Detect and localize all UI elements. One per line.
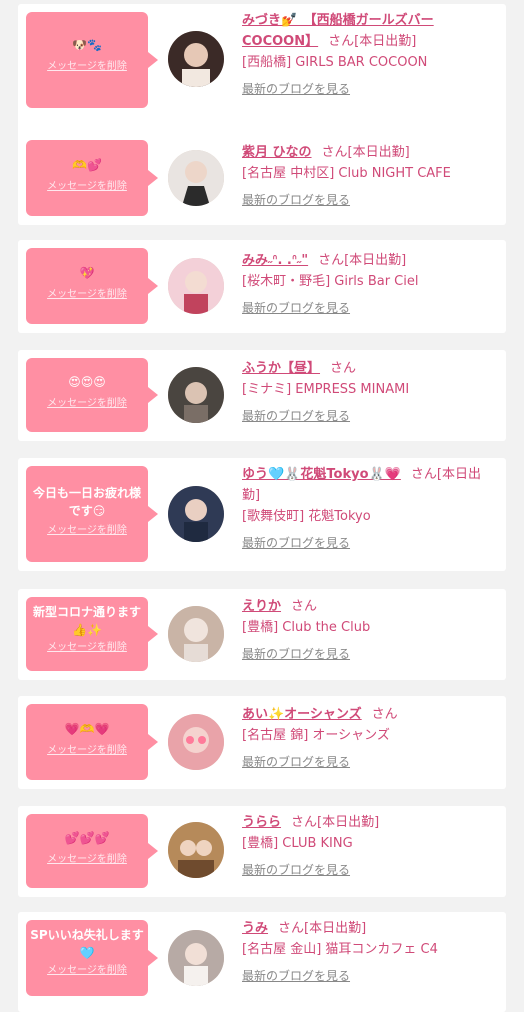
avatar[interactable] [168, 714, 224, 770]
cast-info: みづき💅 【西船橋ガールズバーCOCOON】 さん[本日出勤] [西船橋] GIR… [242, 10, 498, 100]
cast-info: うみ さん[本日出勤] [名古屋 金山] 猫耳コンカフェ C4 最新のブログを見る [242, 918, 498, 987]
avatar[interactable] [168, 486, 224, 542]
avatar-photo [168, 150, 224, 206]
message-bubble: 🫶💕 メッセージを削除 [26, 140, 158, 216]
cast-info: うらら さん[本日出勤] [豊橋] CLUB KING 最新のブログを見る [242, 812, 498, 881]
avatar-photo [168, 486, 224, 542]
delete-message-link[interactable]: メッセージを削除 [30, 853, 144, 867]
cast-name-link[interactable]: うみ [242, 921, 268, 936]
message-card: 🫶💕 メッセージを削除 紫月 ひなの さん[本日出勤] [名古屋 中村区] Clu… [18, 132, 506, 225]
message-text: 💕💕💕 [64, 831, 110, 845]
delete-message-link[interactable]: メッセージを削除 [30, 288, 144, 302]
cast-status: さん[本日出勤] [291, 815, 380, 830]
view-blog-link[interactable]: 最新のブログを見る [242, 79, 498, 100]
message-bubble: 🐶🐾 メッセージを削除 [26, 12, 158, 108]
delete-message-link[interactable]: メッセージを削除 [30, 60, 144, 74]
avatar[interactable] [168, 31, 224, 87]
message-card: 新型コロナ通ります👍✨ メッセージを削除 えりか さん [豊橋] Club the… [18, 589, 506, 680]
cast-name-link[interactable]: あい✨オーシャンズ [242, 707, 362, 722]
view-blog-link[interactable]: 最新のブログを見る [242, 533, 498, 554]
shop-name: [豊橋] Club the Club [242, 620, 371, 635]
avatar-photo [168, 258, 224, 314]
message-text: 💗🫶💗 [64, 722, 110, 736]
cast-status: さん[本日出勤] [328, 34, 417, 49]
message-text: SPいいね失礼します🩵 [30, 928, 144, 960]
view-blog-link[interactable]: 最新のブログを見る [242, 752, 498, 773]
message-card: 💗🫶💗 メッセージを削除 あい✨オーシャンズ さん [名古屋 錦] オーシャンズ … [18, 696, 506, 789]
cast-status: さん[本日出勤] [278, 921, 367, 936]
delete-message-link[interactable]: メッセージを削除 [30, 180, 144, 194]
cast-status: さん[本日出勤] [318, 253, 407, 268]
view-blog-link[interactable]: 最新のブログを見る [242, 190, 498, 211]
cast-info: えりか さん [豊橋] Club the Club 最新のブログを見る [242, 596, 498, 665]
view-blog-link[interactable]: 最新のブログを見る [242, 966, 498, 987]
message-text: 🐶🐾 [72, 38, 102, 52]
cast-status: さん [330, 361, 357, 376]
avatar-photo [168, 930, 224, 986]
cast-info: ふうか【昼】 さん [ミナミ] EMPRESS MINAMI 最新のブログを見る [242, 358, 498, 427]
shop-name: [豊橋] CLUB KING [242, 836, 353, 851]
delete-message-link[interactable]: メッセージを削除 [30, 744, 144, 758]
shop-name: [桜木町・野毛] Girls Bar Ciel [242, 274, 419, 289]
message-bubble: 💕💕💕 メッセージを削除 [26, 814, 158, 888]
view-blog-link[interactable]: 最新のブログを見る [242, 860, 498, 881]
delete-message-link[interactable]: メッセージを削除 [30, 964, 144, 978]
cast-status: さん [291, 599, 318, 614]
cast-name-link[interactable]: えりか [242, 599, 281, 614]
cast-status: さん[本日出勤] [321, 145, 410, 160]
avatar[interactable] [168, 367, 224, 423]
view-blog-link[interactable]: 最新のブログを見る [242, 644, 498, 665]
shop-name: [歌舞伎町] 花魁Tokyo [242, 509, 371, 524]
avatar[interactable] [168, 606, 224, 662]
message-card: SPいいね失礼します🩵 メッセージを削除 うみ さん[本日出勤] [名古屋 金山]… [18, 912, 506, 1012]
message-bubble: 😍😍😍 メッセージを削除 [26, 358, 158, 432]
cast-info: 紫月 ひなの さん[本日出勤] [名古屋 中村区] Club NIGHT CAFE… [242, 142, 498, 211]
message-card: 😍😍😍 メッセージを削除 ふうか【昼】 さん [ミナミ] EMPRESS MINA… [18, 350, 506, 441]
message-text: 今日も一日お疲れ様です😏 [32, 486, 141, 518]
view-blog-link[interactable]: 最新のブログを見る [242, 406, 498, 427]
cast-status: さん [371, 707, 398, 722]
message-bubble: 今日も一日お疲れ様です😏 メッセージを削除 [26, 466, 158, 562]
view-blog-link[interactable]: 最新のブログを見る [242, 298, 498, 319]
avatar-photo [168, 606, 224, 662]
avatar-photo [168, 822, 224, 878]
message-text: 新型コロナ通ります👍✨ [32, 605, 141, 637]
message-bubble: 新型コロナ通ります👍✨ メッセージを削除 [26, 597, 158, 671]
cast-info: ゆう🩵🐰花魁Tokyo🐰💗 さん[本日出勤] [歌舞伎町] 花魁Tokyo 最新の… [242, 464, 498, 554]
cast-name-link[interactable]: うらら [242, 815, 281, 830]
message-card: 今日も一日お疲れ様です😏 メッセージを削除 ゆう🩵🐰花魁Tokyo🐰💗 さん[本日… [18, 458, 506, 571]
message-bubble: 💖 メッセージを削除 [26, 248, 158, 324]
message-text: 💖 [79, 266, 95, 280]
cast-info: あい✨オーシャンズ さん [名古屋 錦] オーシャンズ 最新のブログを見る [242, 704, 498, 773]
message-card: 🐶🐾 メッセージを削除 みづき💅 【西船橋ガールズバーCOCOON】 さん[本日出… [18, 4, 506, 143]
cast-name-link[interactable]: 紫月 ひなの [242, 145, 312, 160]
cast-name-link[interactable]: みみ˶ᐢ. .ᐢ˶" [242, 253, 308, 268]
avatar[interactable] [168, 822, 224, 878]
avatar[interactable] [168, 150, 224, 206]
delete-message-link[interactable]: メッセージを削除 [30, 397, 144, 411]
avatar-photo [168, 31, 224, 87]
message-card: 💕💕💕 メッセージを削除 うらら さん[本日出勤] [豊橋] CLUB KING … [18, 806, 506, 897]
message-bubble: 💗🫶💗 メッセージを削除 [26, 704, 158, 780]
avatar[interactable] [168, 930, 224, 986]
avatar-photo [168, 367, 224, 423]
cast-name-link[interactable]: ゆう🩵🐰花魁Tokyo🐰💗 [242, 467, 401, 482]
cast-name-link[interactable]: ふうか【昼】 [242, 361, 320, 376]
message-text: 😍😍😍 [68, 375, 106, 389]
message-bubble: SPいいね失礼します🩵 メッセージを削除 [26, 920, 158, 996]
shop-name: [名古屋 中村区] Club NIGHT CAFE [242, 166, 451, 181]
shop-name: [名古屋 金山] 猫耳コンカフェ C4 [242, 942, 438, 957]
shop-name: [ミナミ] EMPRESS MINAMI [242, 382, 410, 397]
delete-message-link[interactable]: メッセージを削除 [30, 524, 144, 538]
delete-message-link[interactable]: メッセージを削除 [30, 641, 144, 655]
shop-name: [西船橋] GIRLS BAR COCOON [242, 55, 428, 70]
message-card: 💖 メッセージを削除 みみ˶ᐢ. .ᐢ˶" さん[本日出勤] [桜木町・野毛] G… [18, 240, 506, 333]
message-text: 🫶💕 [72, 158, 102, 172]
avatar[interactable] [168, 258, 224, 314]
avatar-photo [168, 714, 224, 770]
cast-info: みみ˶ᐢ. .ᐢ˶" さん[本日出勤] [桜木町・野毛] Girls Bar Ci… [242, 250, 498, 319]
shop-name: [名古屋 錦] オーシャンズ [242, 728, 390, 743]
